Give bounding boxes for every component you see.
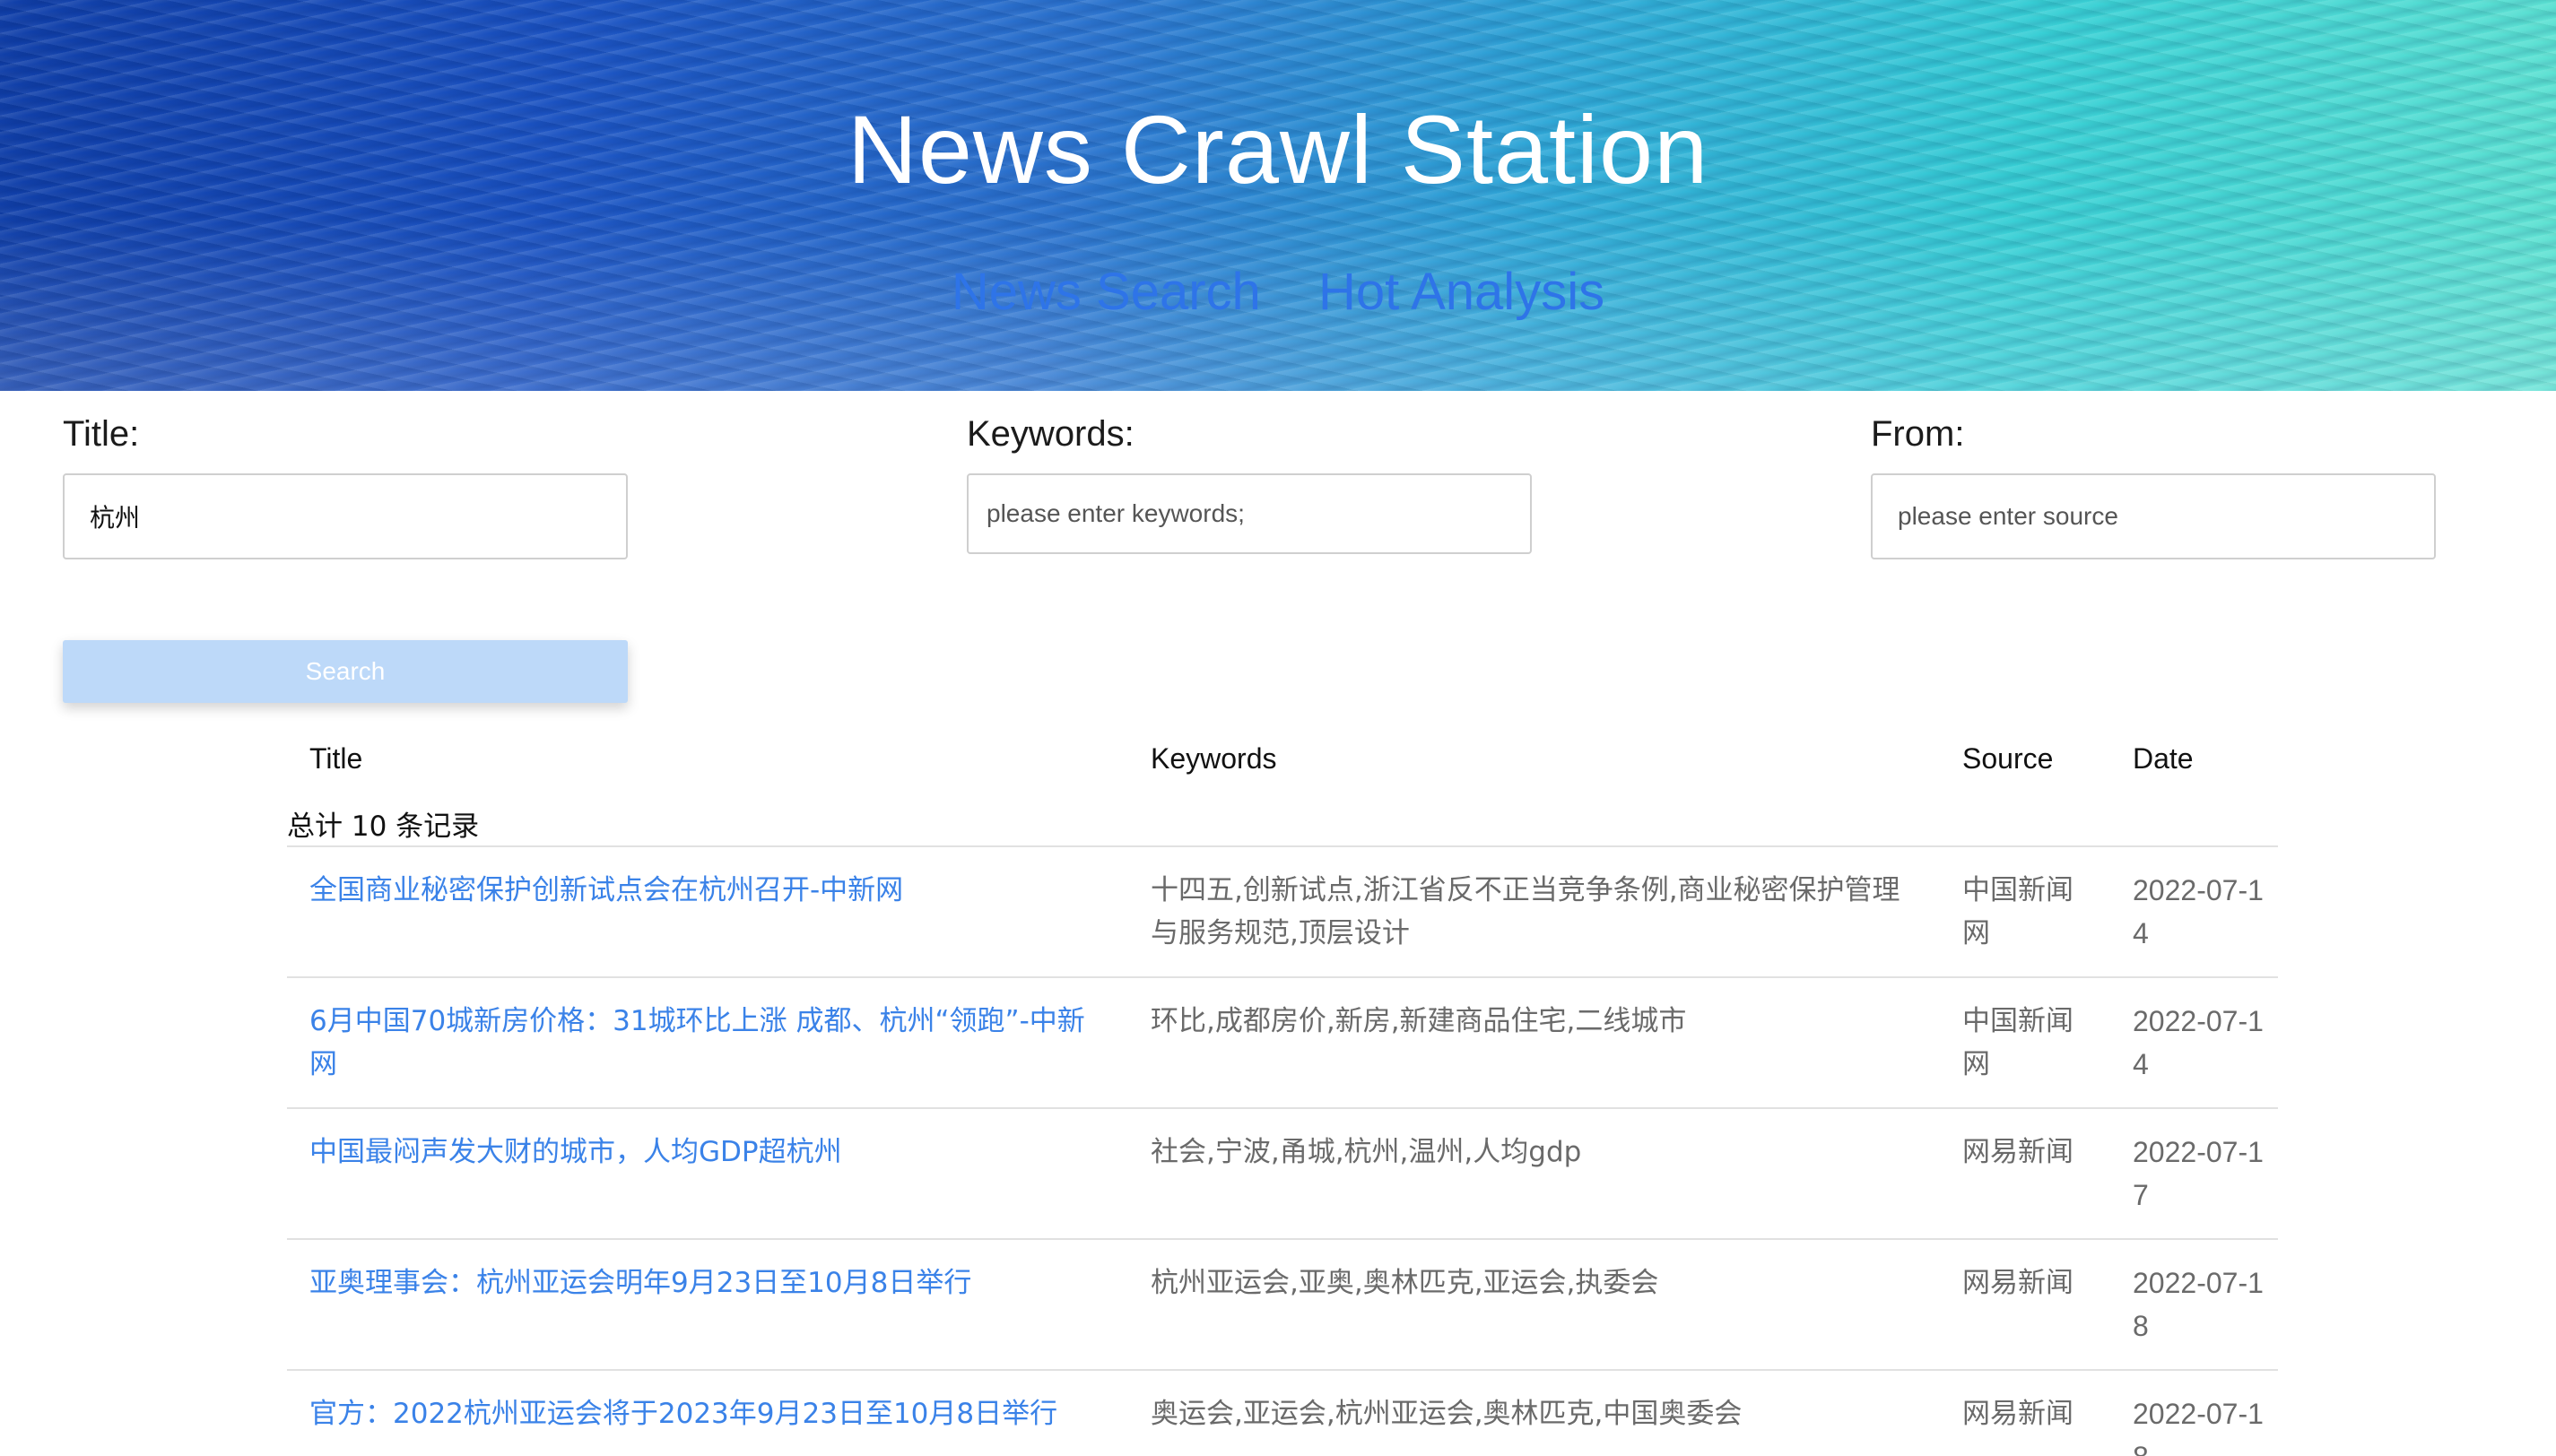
news-title-link[interactable]: 亚奥理事会：杭州亚运会明年9月23日至10月8日举行 <box>309 1261 1099 1304</box>
column-header-date: Date <box>2133 742 2194 775</box>
date-cell: 2022-07-18 <box>2133 1398 2264 1456</box>
title-field-label: Title: <box>63 414 140 454</box>
keywords-cell: 环比,成都房价,新房,新建商品住宅,二线城市 <box>1151 1005 1687 1037</box>
source-cell: 网易新闻 <box>1962 1267 2073 1299</box>
source-cell: 中国新闻网 <box>1962 874 2073 949</box>
keywords-cell: 十四五,创新试点,浙江省反不正当竞争条例,商业秘密保护管理与服务规范,顶层设计 <box>1151 874 1900 949</box>
date-cell: 2022-07-17 <box>2133 1136 2264 1211</box>
keywords-input[interactable] <box>967 473 1532 554</box>
main-nav: News Search Hot Analysis <box>0 262 2556 322</box>
column-header-source: Source <box>1962 742 2054 775</box>
table-row: 官方：2022杭州亚运会将于2023年9月23日至10月8日举行 奥运会,亚运会… <box>0 1371 2556 1456</box>
hero-banner: News Crawl Station News Search Hot Analy… <box>0 0 2556 391</box>
table-row: 全国商业秘密保护创新试点会在杭州召开-中新网 十四五,创新试点,浙江省反不正当竞… <box>0 847 2556 978</box>
source-cell: 中国新闻网 <box>1962 1005 2073 1080</box>
record-count: 总计 10 条记录 <box>287 810 480 843</box>
table-row: 6月中国70城新房价格：31城环比上涨 成都、杭州“领跑”-中新网 环比,成都房… <box>0 978 2556 1109</box>
table-row: 亚奥理事会：杭州亚运会明年9月23日至10月8日举行 杭州亚运会,亚奥,奥林匹克… <box>0 1240 2556 1371</box>
keywords-cell: 社会,宁波,甬城,杭州,温州,人均gdp <box>1151 1136 1582 1168</box>
nav-hot-analysis[interactable]: Hot Analysis <box>1318 263 1604 321</box>
source-cell: 网易新闻 <box>1962 1398 2073 1430</box>
search-button[interactable]: Search <box>63 640 628 703</box>
date-cell: 2022-07-14 <box>2133 1005 2264 1080</box>
table-row: 中国最闷声发大财的城市，人均GDP超杭州 社会,宁波,甬城,杭州,温州,人均gd… <box>0 1109 2556 1240</box>
date-cell: 2022-07-14 <box>2133 874 2264 949</box>
from-field-label: From: <box>1871 414 1965 454</box>
keywords-cell: 杭州亚运会,亚奥,奥林匹克,亚运会,执委会 <box>1151 1267 1659 1299</box>
keywords-field-label: Keywords: <box>967 414 1135 454</box>
news-title-link[interactable]: 6月中国70城新房价格：31城环比上涨 成都、杭州“领跑”-中新网 <box>309 1000 1099 1086</box>
date-cell: 2022-07-18 <box>2133 1267 2264 1342</box>
site-title: News Crawl Station <box>847 95 1709 204</box>
column-header-title: Title <box>309 742 363 775</box>
column-header-keywords: Keywords <box>1151 742 1277 775</box>
keywords-cell: 奥运会,亚运会,杭州亚运会,奥林匹克,中国奥委会 <box>1151 1398 1743 1430</box>
source-input[interactable] <box>1871 473 2436 559</box>
news-title-link[interactable]: 官方：2022杭州亚运会将于2023年9月23日至10月8日举行 <box>309 1392 1099 1435</box>
title-input[interactable] <box>63 473 628 559</box>
news-title-link[interactable]: 中国最闷声发大财的城市，人均GDP超杭州 <box>309 1131 1099 1174</box>
nav-news-search[interactable]: News Search <box>952 263 1261 321</box>
source-cell: 网易新闻 <box>1962 1136 2073 1168</box>
news-title-link[interactable]: 全国商业秘密保护创新试点会在杭州召开-中新网 <box>309 869 1099 912</box>
